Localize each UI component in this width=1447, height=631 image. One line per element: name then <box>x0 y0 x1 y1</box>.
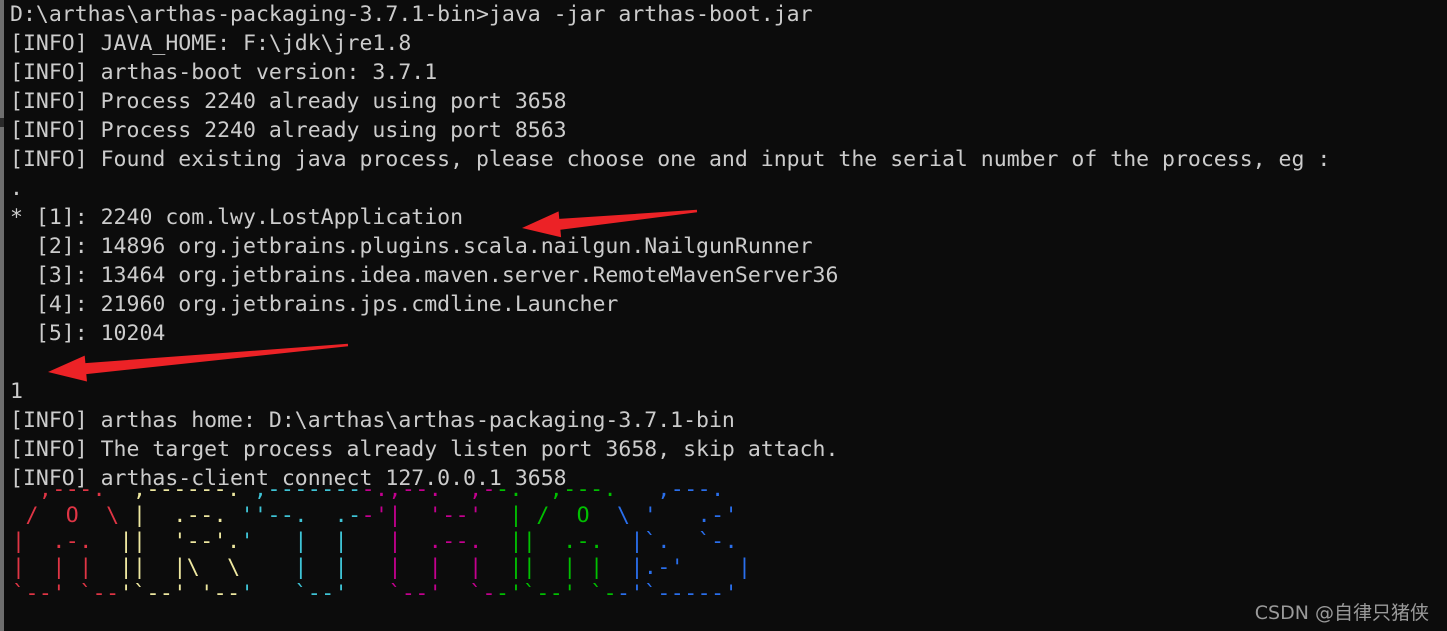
ascii-art-letter: / O \ <box>12 503 120 528</box>
console-line: [INFO] arthas home: D:\arthas\arthas-pac… <box>10 408 735 433</box>
ascii-art-letter: `--' `-- <box>12 581 120 606</box>
console-line: . <box>10 176 23 201</box>
ascii-art-letter: |.-' | <box>617 555 752 580</box>
ascii-art-letter: -.,--. ,- <box>361 477 497 502</box>
ascii-art-letter: |`. `-. <box>617 529 752 554</box>
scrollbar-track[interactable] <box>0 0 4 631</box>
ascii-art-letter: `--' `- <box>361 581 497 606</box>
ascii-art-letter: ,------. <box>119 477 241 502</box>
console-line: [INFO] The target process already listen… <box>10 437 839 462</box>
ascii-art-letter: | .--. <box>361 529 497 554</box>
process-list-row[interactable]: [2]: 14896 org.jetbrains.plugins.scala.n… <box>10 232 1447 261</box>
console-line: [INFO] Process 2240 already using port 3… <box>10 89 567 114</box>
terminal-window: D:\arthas\arthas-packaging-3.7.1-bin>jav… <box>0 0 1447 631</box>
ascii-art-letter: ' `--' <box>240 581 362 606</box>
console-output[interactable]: D:\arthas\arthas-packaging-3.7.1-bin>jav… <box>10 0 1447 493</box>
ascii-art-letter: \ ' .-' <box>617 503 752 528</box>
ascii-art-row: ,---. ,------. ,--------.,--. ,--. ,---.… <box>12 477 751 503</box>
console-line: D:\arthas\arthas-packaging-3.7.1-bin>jav… <box>10 2 813 27</box>
ascii-art-letter: -'`-----' <box>617 581 752 606</box>
user-input-line[interactable]: 1 <box>10 377 1447 406</box>
ascii-art-letter: || | | <box>496 555 618 580</box>
ascii-art-letter: || |\ \ <box>119 555 241 580</box>
console-line: [INFO] JAVA_HOME: F:\jdk\jre1.8 <box>10 31 412 56</box>
console-line: [INFO] Found existing java process, plea… <box>10 147 1331 172</box>
ascii-art-row: | | | || |\ \ | | | | | || | | |.-' | <box>12 555 751 581</box>
ascii-art-letter: -'`--' `- <box>496 581 618 606</box>
ascii-art-letter: | .-. <box>12 529 120 554</box>
process-list-row[interactable]: [4]: 21960 org.jetbrains.jps.cmdline.Lau… <box>10 290 1447 319</box>
process-list-row[interactable]: [3]: 13464 org.jetbrains.idea.maven.serv… <box>10 261 1447 290</box>
process-list-row[interactable]: [5]: 10204 <box>10 319 1447 348</box>
ascii-art-letter: -. ,---. <box>496 477 618 502</box>
arthas-ascii-logo: ,---. ,------. ,--------.,--. ,--. ,---.… <box>12 477 751 607</box>
ascii-art-letter: ,------- <box>240 477 362 502</box>
csdn-watermark: CSDN @自律只猪侠 <box>1254 602 1429 624</box>
ascii-art-letter: || '--'. <box>119 529 241 554</box>
ascii-art-letter: | | | <box>361 555 497 580</box>
ascii-art-letter: '`--' '-- <box>119 581 241 606</box>
console-line: [INFO] arthas-boot version: 3.7.1 <box>10 60 438 85</box>
ascii-art-letter: ''--. .- <box>240 503 362 528</box>
ascii-art-letter: | | | <box>12 555 120 580</box>
scrollbar-notch <box>0 118 4 127</box>
ascii-art-letter: -'| '--' <box>361 503 497 528</box>
ascii-art-letter: | / O <box>496 503 618 528</box>
ascii-art-row: | .-. || '--'.' | | | .--. || .-. |`. `-… <box>12 529 751 555</box>
ascii-art-letter: ,---. <box>12 477 120 502</box>
ascii-art-letter: || .-. <box>496 529 618 554</box>
scrollbar-thumb[interactable] <box>0 0 4 631</box>
ascii-art-row: `--' `--'`--' '--' `--' `--' `--'`--' `-… <box>12 581 751 607</box>
ascii-art-letter: | | <box>240 555 362 580</box>
ascii-art-letter: ,---. <box>617 477 752 502</box>
ascii-art-letter: | .--. <box>119 503 241 528</box>
ascii-art-letter: ' | | <box>240 529 362 554</box>
process-list-row[interactable]: * [1]: 2240 com.lwy.LostApplication <box>10 203 1447 232</box>
console-line: [INFO] Process 2240 already using port 8… <box>10 118 567 143</box>
ascii-art-row: / O \ | .--. ''--. .--'| '--' | / O \ ' … <box>12 503 751 529</box>
